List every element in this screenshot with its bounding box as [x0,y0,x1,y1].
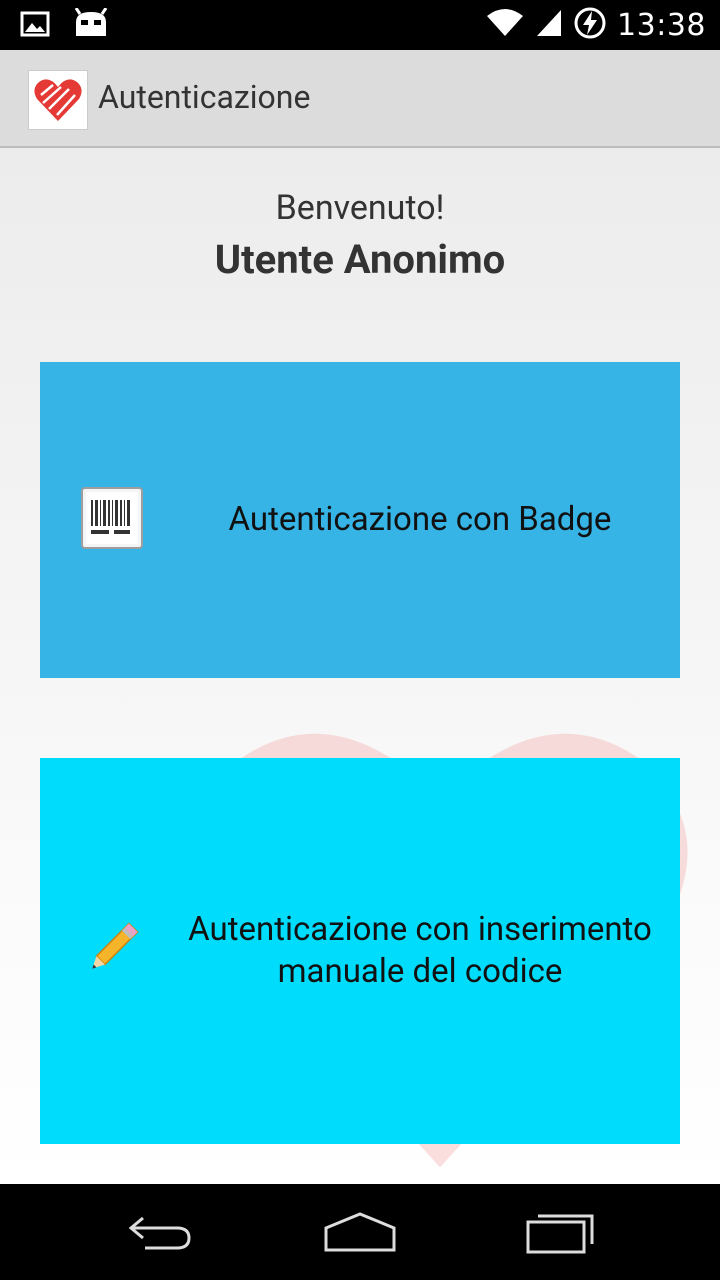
pencil-icon [80,917,144,985]
manual-code-auth-button[interactable]: Autenticazione con inserimento manuale d… [40,758,680,1144]
back-button[interactable] [120,1208,200,1256]
badge-auth-label: Autenticazione con Badge [228,500,612,539]
recents-button[interactable] [520,1208,600,1256]
main-content: Benvenuto! Utente Anonimo Autenticazione… [0,148,720,1184]
signal-icon [535,8,563,42]
recents-icon [526,1214,594,1254]
action-bar: Autenticazione [0,50,720,148]
welcome-text: Benvenuto! [275,188,445,228]
android-notification-icon [72,7,110,44]
badge-auth-button[interactable]: Autenticazione con Badge [40,362,680,678]
home-button[interactable] [320,1208,400,1256]
status-bar: 13:38 [0,0,720,50]
wifi-icon [485,8,525,42]
gallery-notification-icon [20,11,50,41]
page-title: Autenticazione [98,78,311,116]
username-text: Utente Anonimo [214,236,506,283]
back-icon [128,1216,191,1250]
battery-charging-icon [573,6,607,44]
status-time: 13:38 [617,7,706,43]
navigation-bar [0,1184,720,1280]
heart-logo-icon [28,70,88,130]
barcode-icon [80,486,144,554]
home-icon [324,1212,396,1252]
manual-code-auth-label: Autenticazione con inserimento manuale d… [188,910,652,991]
